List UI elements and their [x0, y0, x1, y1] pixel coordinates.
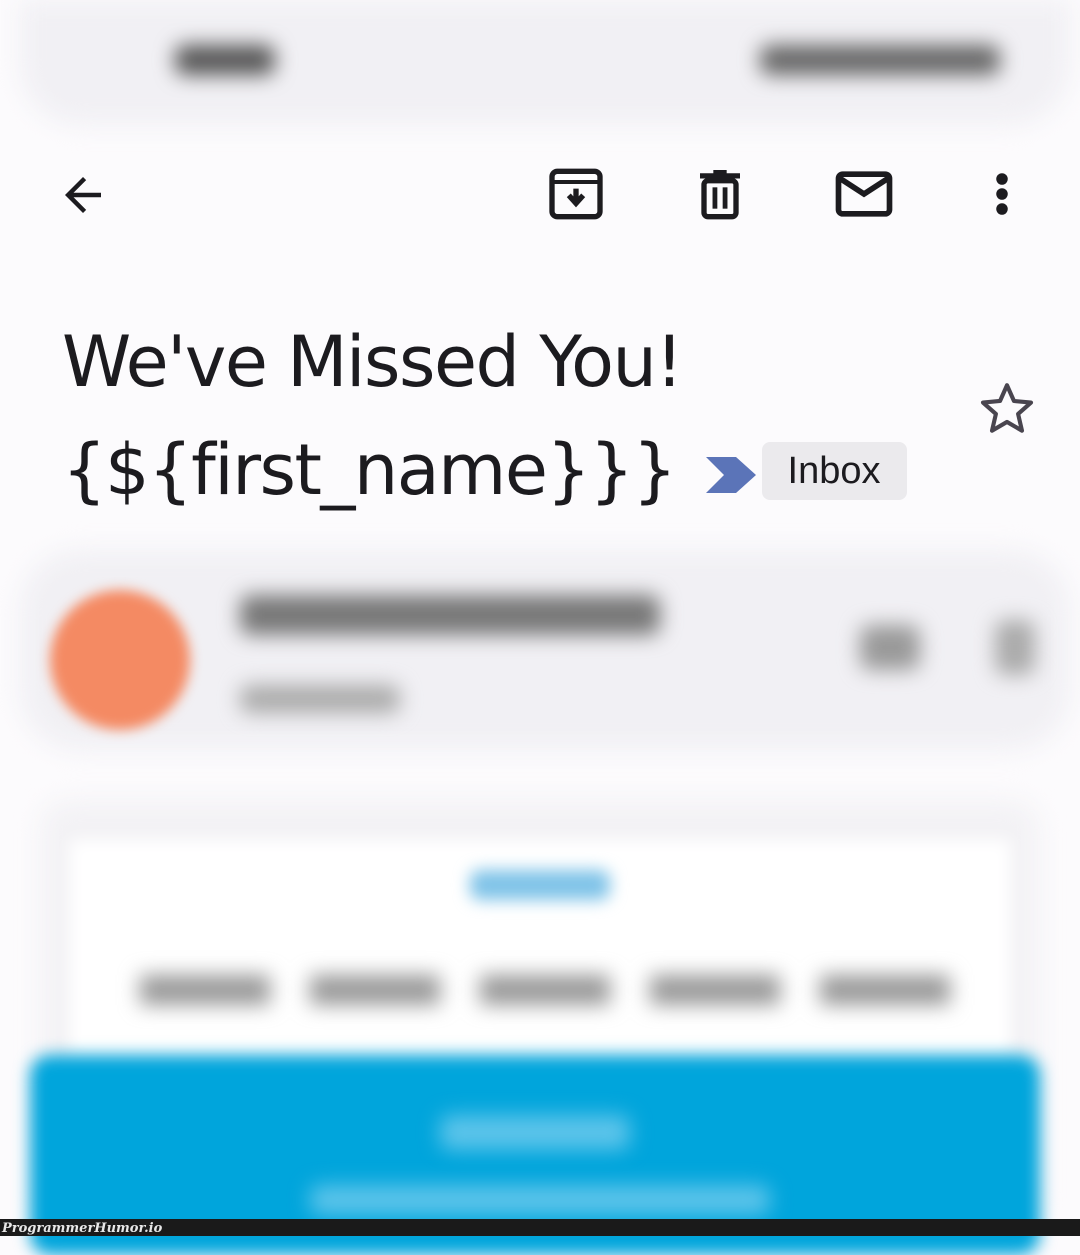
email-logo-blurred: [470, 870, 610, 900]
banner-subtext-blurred: [310, 1185, 770, 1215]
email-subject: We've Missed You! {${first_name}}} Inbox: [62, 308, 922, 524]
star-button[interactable]: [976, 378, 1038, 440]
toolbar: [0, 150, 1080, 240]
sender-more-blurred[interactable]: [995, 620, 1035, 675]
sender-avatar[interactable]: [50, 590, 190, 730]
label-chip-inbox[interactable]: Inbox: [761, 441, 907, 500]
subject-text: We've Missed You! {${first_name}}}: [62, 321, 683, 511]
email-nav-blurred: [140, 975, 960, 1005]
banner-text-blurred: [440, 1115, 630, 1150]
watermark-bar: ProgrammerHumor.io: [0, 1219, 1080, 1236]
sender-name-blurred: [240, 595, 660, 635]
delete-button[interactable]: [688, 162, 752, 226]
mark-unread-button[interactable]: [830, 160, 898, 228]
important-marker-icon[interactable]: [705, 455, 758, 495]
status-time-blurred: [175, 45, 275, 75]
archive-button[interactable]: [544, 162, 608, 226]
back-button[interactable]: [56, 168, 110, 222]
reply-button-blurred[interactable]: [860, 625, 920, 670]
status-icons-blurred: [760, 45, 1000, 75]
more-options-button[interactable]: [980, 164, 1024, 224]
watermark: ProgrammerHumor.io: [2, 1221, 163, 1236]
sender-to-blurred: [240, 685, 400, 713]
